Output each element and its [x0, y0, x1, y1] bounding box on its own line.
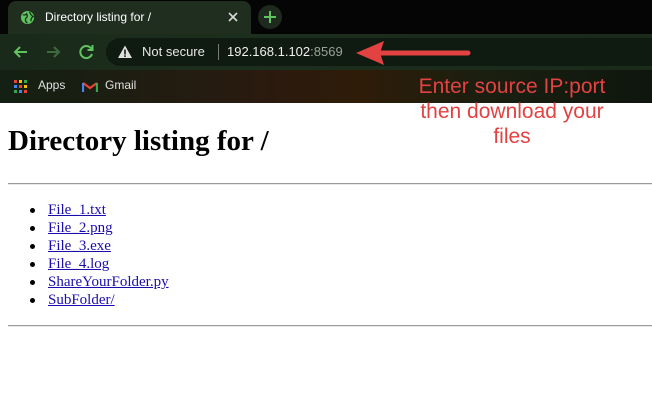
bullet: [30, 208, 35, 213]
apps-grid-icon: [14, 80, 27, 93]
file-link-3[interactable]: File_3.exe: [48, 237, 111, 255]
annotation-line-1: Enter source IP:port: [418, 75, 606, 98]
globe-icon: [20, 10, 35, 25]
top-divider: [8, 183, 652, 185]
tab-strip: Directory listing for /: [0, 0, 652, 34]
reload-icon[interactable]: [76, 42, 96, 62]
plus-icon: [264, 11, 276, 23]
bookmark-apps-label: Apps: [38, 78, 66, 92]
close-tab-icon[interactable]: [226, 10, 240, 24]
forward-arrow-icon[interactable]: [43, 42, 63, 62]
gmail-icon: [82, 82, 98, 92]
url-host: 192.168.1.102: [227, 44, 311, 59]
tab-title: Directory listing for /: [45, 10, 152, 24]
back-arrow-icon[interactable]: [11, 42, 31, 62]
bookmark-gmail-label: Gmail: [105, 78, 137, 92]
bullet: [30, 226, 35, 231]
annotation-line-3: files: [493, 125, 531, 148]
file-link-4[interactable]: File_4.log: [48, 255, 109, 273]
bottom-divider: [8, 325, 652, 327]
annotation-text: Enter source IP:port then download your …: [394, 74, 630, 149]
annotation-line-2: then download your: [420, 100, 604, 123]
bullet: [30, 280, 35, 285]
bookmark-gmail[interactable]: Gmail: [82, 78, 144, 96]
file-link-5[interactable]: ShareYourFolder.py: [48, 273, 169, 291]
not-secure-label[interactable]: Not secure: [142, 44, 205, 59]
url-text[interactable]: 192.168.1.102:8569: [227, 44, 343, 59]
file-link-1[interactable]: File_1.txt: [48, 201, 106, 219]
toolbar: Not secure 192.168.1.102:8569: [0, 34, 652, 70]
warning-triangle-icon[interactable]: [117, 44, 133, 60]
bullet: [30, 244, 35, 249]
address-separator: [218, 44, 219, 60]
annotation-arrow-icon: [356, 41, 471, 65]
url-port: :8569: [310, 44, 343, 59]
bullet: [30, 298, 35, 303]
folder-link[interactable]: SubFolder/: [48, 291, 115, 309]
file-link-2[interactable]: File_2.png: [48, 219, 113, 237]
page-content: Directory listing for / File_1.txt File_…: [0, 103, 652, 418]
tab-directory-listing[interactable]: Directory listing for /: [8, 1, 251, 34]
page-title: Directory listing for /: [8, 125, 269, 157]
bookmark-apps[interactable]: Apps: [14, 78, 70, 96]
new-tab-button[interactable]: [258, 5, 282, 29]
bullet: [30, 262, 35, 267]
